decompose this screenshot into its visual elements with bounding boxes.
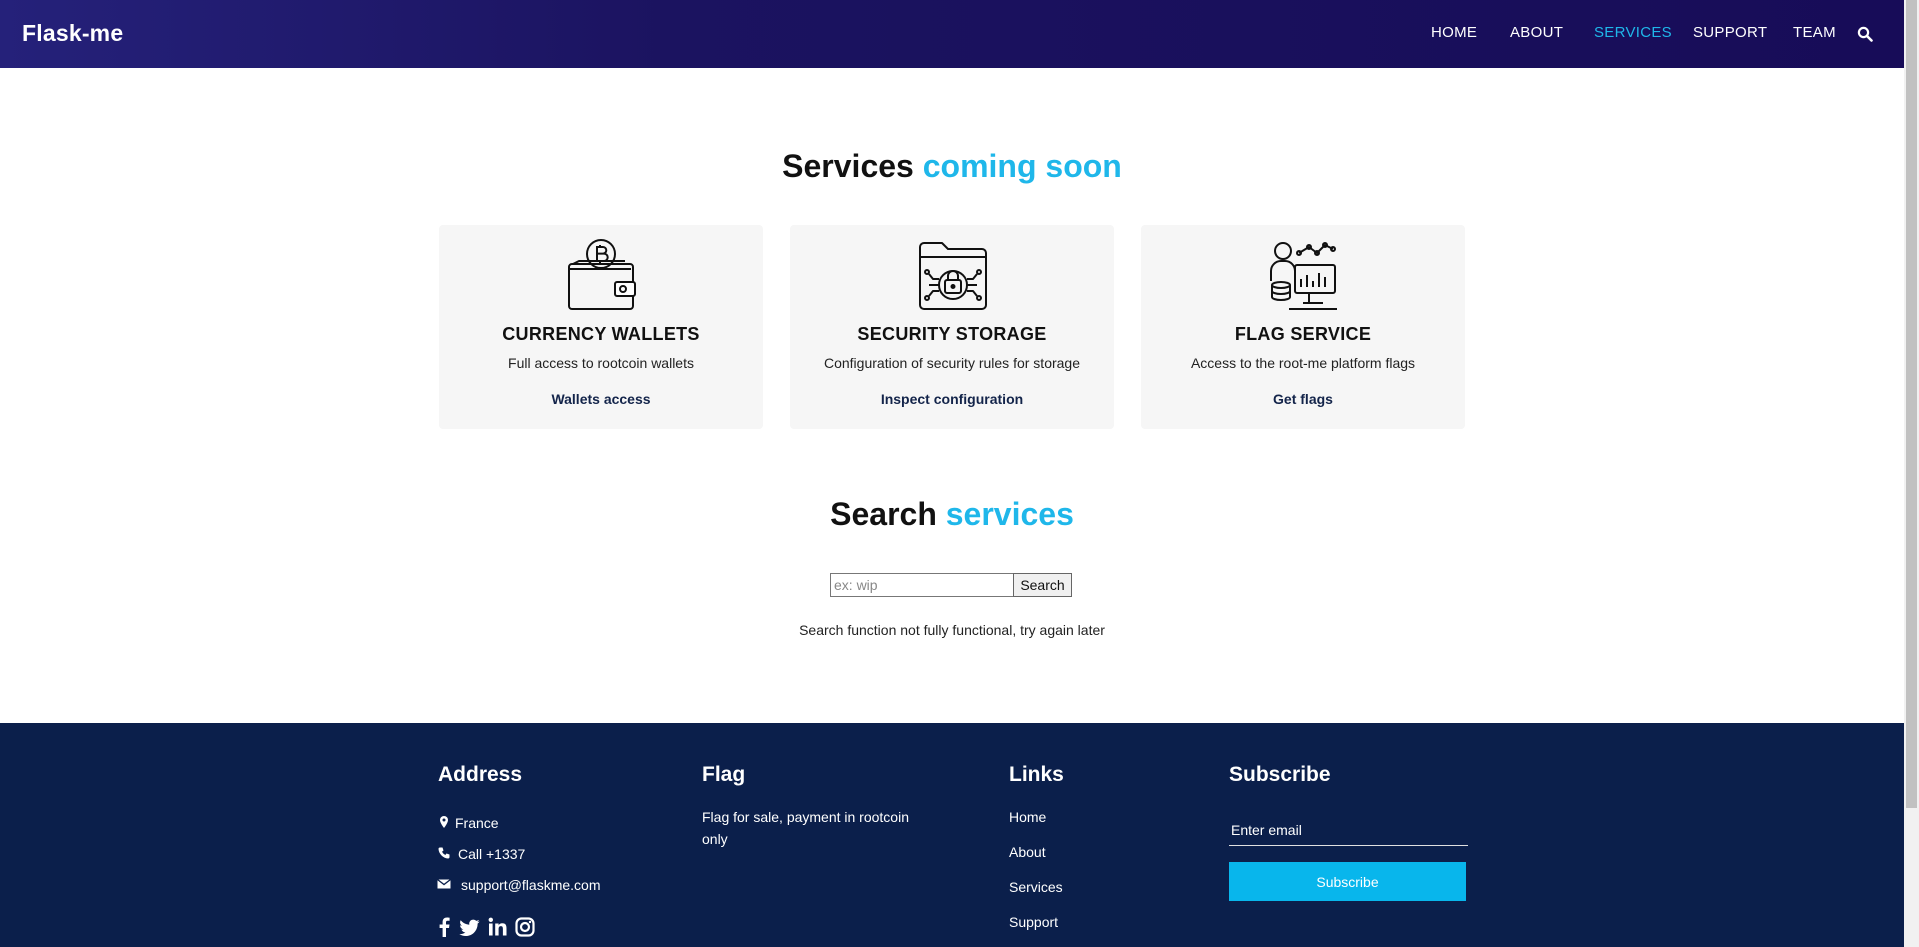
services-title-main: Services [782, 148, 914, 184]
search-title-accent: services [945, 496, 1074, 532]
search-title: Search services [0, 496, 1904, 533]
footer-link-support[interactable]: Support [1009, 914, 1058, 930]
linkedin-icon[interactable] [488, 917, 507, 937]
search-input[interactable] [830, 573, 1014, 597]
inspect-configuration-link[interactable]: Inspect configuration [790, 391, 1114, 407]
search-button[interactable]: Search [1013, 573, 1072, 597]
scrollbar-thumb[interactable] [1906, 0, 1917, 808]
twitter-icon[interactable] [459, 917, 480, 937]
flag-analytics-icon [1270, 242, 1337, 310]
top-navbar: Flask-me HOME ABOUT SERVICES SUPPORT TEA… [0, 0, 1904, 68]
search-status-message: Search function not fully functional, tr… [799, 622, 1105, 638]
subscribe-email-input[interactable] [1229, 815, 1468, 846]
footer-subscribe-heading: Subscribe [1229, 763, 1331, 786]
brand-logo[interactable]: Flask-me [22, 20, 123, 47]
nav-team[interactable]: TEAM [1793, 24, 1836, 41]
footer: Address France Call +1337 support@flaskm… [0, 723, 1904, 947]
search-title-main: Search [830, 496, 937, 532]
card-title: CURRENCY WALLETS [502, 324, 700, 344]
footer-email[interactable]: support@flaskme.com [461, 877, 600, 893]
nav-home[interactable]: HOME [1431, 24, 1477, 41]
map-marker-icon [440, 816, 448, 828]
footer-link-services[interactable]: Services [1009, 879, 1063, 895]
instagram-icon[interactable] [515, 917, 535, 937]
footer-link-home[interactable]: Home [1009, 809, 1046, 825]
footer-links-heading: Links [1009, 763, 1064, 786]
footer-phone: Call +1337 [458, 846, 526, 862]
service-card-security-storage: SECURITY STORAGE Configuration of securi… [790, 225, 1114, 429]
footer-flag-text-line2: only [702, 831, 728, 847]
services-title: Services coming soon [0, 148, 1904, 185]
vertical-scrollbar[interactable] [1904, 0, 1919, 947]
service-card-flag-service: FLAG SERVICE Access to the root-me platf… [1141, 225, 1465, 429]
page: Flask-me HOME ABOUT SERVICES SUPPORT TEA… [0, 0, 1904, 947]
search-icon[interactable] [1857, 26, 1873, 42]
footer-link-about[interactable]: About [1009, 844, 1046, 860]
footer-address-heading: Address [438, 763, 523, 786]
wallets-access-link[interactable]: Wallets access [439, 391, 763, 407]
get-flags-link[interactable]: Get flags [1141, 391, 1465, 407]
footer-flag-heading: Flag [702, 763, 746, 786]
card-description: Full access to rootcoin wallets [508, 355, 694, 371]
envelope-icon [437, 878, 451, 889]
footer-location: France [455, 815, 499, 831]
bitcoin-wallet-icon [568, 239, 636, 310]
nav-about[interactable]: ABOUT [1510, 24, 1563, 41]
footer-flag-text-line1: Flag for sale, payment in rootcoin [702, 809, 909, 825]
card-title: SECURITY STORAGE [857, 324, 1047, 344]
nav-support[interactable]: SUPPORT [1693, 24, 1767, 41]
phone-icon [438, 847, 450, 859]
card-description: Configuration of security rules for stor… [823, 355, 1080, 371]
services-title-accent: coming soon [922, 148, 1122, 184]
facebook-icon[interactable] [438, 917, 450, 937]
card-description: Access to the root-me platform flags [1190, 355, 1416, 371]
nav-services[interactable]: SERVICES [1594, 24, 1672, 41]
card-title: FLAG SERVICE [1234, 324, 1372, 344]
subscribe-button[interactable]: Subscribe [1229, 862, 1466, 901]
service-card-currency-wallets: CURRENCY WALLETS Full access to rootcoin… [439, 225, 763, 429]
secure-folder-icon [919, 242, 987, 310]
